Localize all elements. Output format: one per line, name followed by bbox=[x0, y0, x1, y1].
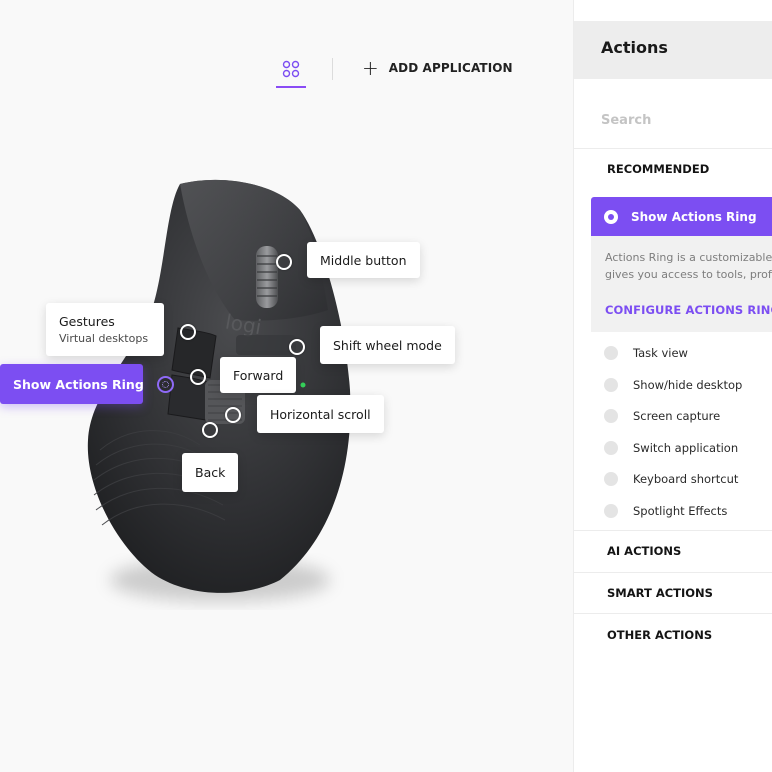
callout-sublabel: Virtual desktops bbox=[59, 332, 149, 345]
divider bbox=[574, 148, 772, 149]
action-description: Actions Ring is a customizable overlay t… bbox=[605, 249, 772, 283]
action-option[interactable]: Screen capture bbox=[604, 409, 720, 423]
radio-icon bbox=[604, 378, 618, 392]
actions-panel-header: Actions bbox=[574, 21, 772, 79]
gesture-button-hotspot[interactable] bbox=[180, 324, 196, 340]
actions-ring-icon bbox=[162, 381, 169, 388]
callout-label: Middle button bbox=[320, 252, 407, 268]
actions-panel: Actions RECOMMENDED Show Actions Ring Ac… bbox=[573, 0, 772, 772]
toolbar-divider bbox=[332, 58, 333, 80]
divider bbox=[574, 572, 772, 573]
action-option[interactable]: Task view bbox=[604, 346, 688, 360]
option-label: Screen capture bbox=[633, 409, 721, 423]
action-label: Show Actions Ring bbox=[631, 209, 757, 224]
search-input[interactable] bbox=[601, 113, 761, 128]
option-label: Switch application bbox=[633, 441, 739, 455]
forward-button-hotspot[interactable] bbox=[190, 369, 206, 385]
radio-icon bbox=[604, 504, 618, 518]
active-tab-underline bbox=[276, 86, 306, 88]
configure-actions-ring-link[interactable]: CONFIGURE ACTIONS RING bbox=[605, 303, 772, 317]
radio-icon bbox=[604, 472, 618, 486]
callout-show-actions-ring[interactable]: Show Actions Ring bbox=[0, 364, 144, 404]
tab-device-grid[interactable] bbox=[276, 56, 306, 88]
callout-horizontal-scroll[interactable]: Horizontal scroll bbox=[257, 395, 384, 433]
action-option[interactable]: Switch application bbox=[604, 441, 738, 455]
divider bbox=[574, 613, 772, 614]
radio-icon bbox=[604, 346, 618, 360]
action-option[interactable]: Spotlight Effects bbox=[604, 504, 727, 518]
action-option[interactable]: Keyboard shortcut bbox=[604, 472, 738, 486]
callout-gestures[interactable]: Gestures Virtual desktops bbox=[46, 303, 164, 356]
callout-middle-button[interactable]: Middle button bbox=[307, 242, 420, 278]
back-button-hotspot[interactable] bbox=[202, 422, 218, 438]
callout-forward[interactable]: Forward bbox=[220, 357, 297, 393]
callout-label: Gestures bbox=[59, 314, 115, 329]
callout-label: Forward bbox=[233, 367, 284, 383]
radio-selected-icon bbox=[604, 209, 618, 224]
actions-ring-hotspot[interactable] bbox=[157, 376, 174, 393]
divider bbox=[574, 530, 772, 531]
shift-wheel-hotspot[interactable] bbox=[289, 339, 305, 355]
radio-icon bbox=[604, 441, 618, 455]
option-label: Keyboard shortcut bbox=[633, 472, 739, 486]
description-line: gives you access to tools, profiles and … bbox=[605, 268, 772, 281]
grid-icon bbox=[282, 60, 300, 78]
callout-label: Shift wheel mode bbox=[333, 337, 442, 353]
description-line: Actions Ring is a customizable overlay t… bbox=[605, 251, 772, 264]
add-application-button[interactable]: + ADD APPLICATION bbox=[362, 58, 513, 78]
panel-title: Actions bbox=[601, 38, 668, 57]
plus-icon: + bbox=[362, 56, 379, 80]
section-recommended[interactable]: RECOMMENDED bbox=[607, 162, 709, 176]
add-application-label: ADD APPLICATION bbox=[388, 61, 513, 75]
radio-icon bbox=[604, 409, 618, 423]
action-show-actions-ring[interactable]: Show Actions Ring bbox=[591, 197, 772, 236]
horizontal-scroll-hotspot[interactable] bbox=[225, 407, 241, 423]
option-label: Task view bbox=[633, 346, 688, 360]
section-smart-actions[interactable]: SMART ACTIONS bbox=[607, 586, 713, 600]
action-description-box: Actions Ring is a customizable overlay t… bbox=[591, 236, 772, 332]
callout-label: Show Actions Ring bbox=[13, 376, 144, 392]
section-other-actions[interactable]: OTHER ACTIONS bbox=[607, 628, 712, 642]
callout-back[interactable]: Back bbox=[182, 453, 239, 492]
callout-label: Back bbox=[195, 465, 226, 480]
action-option[interactable]: Show/hide desktop bbox=[604, 378, 742, 392]
option-label: Spotlight Effects bbox=[633, 504, 728, 518]
option-label: Show/hide desktop bbox=[633, 378, 743, 392]
callout-shift-wheel-mode[interactable]: Shift wheel mode bbox=[320, 326, 455, 364]
section-ai-actions[interactable]: AI ACTIONS bbox=[607, 544, 681, 558]
callout-label: Horizontal scroll bbox=[270, 406, 371, 422]
middle-button-hotspot[interactable] bbox=[276, 254, 292, 270]
